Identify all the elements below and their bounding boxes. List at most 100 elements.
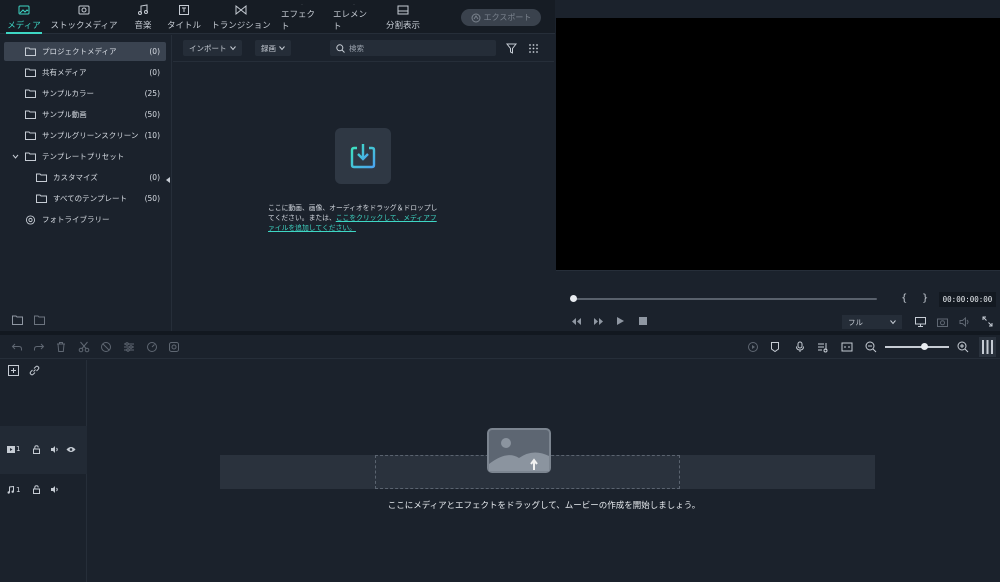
tab-effect[interactable]: エフェクト xyxy=(281,2,323,32)
zoom-out-icon[interactable] xyxy=(865,341,877,353)
playhead-knob[interactable] xyxy=(570,295,577,302)
crop-icon[interactable] xyxy=(100,341,112,353)
sidebar-item-all-templates[interactable]: すべてのテンプレート (50) xyxy=(4,189,166,208)
tab-element[interactable]: エレメント xyxy=(333,2,375,32)
lock-icon[interactable] xyxy=(33,485,40,494)
preview-quality-select[interactable]: フル xyxy=(842,315,902,329)
audio-mixer-icon[interactable] xyxy=(817,341,829,353)
adjust-icon[interactable] xyxy=(123,341,135,353)
media-library-sidebar: プロジェクトメディア (0) 共有メディア (0) サンプルカラー (25) サ… xyxy=(0,35,172,331)
collapse-sidebar-arrow[interactable] xyxy=(166,177,170,183)
speaker-icon[interactable] xyxy=(50,445,59,454)
mark-out-icon[interactable]: } xyxy=(922,293,928,304)
sidebar-item-photo-library[interactable]: フォトライブラリー xyxy=(4,210,166,229)
export-button[interactable]: エクスポート xyxy=(461,9,541,26)
eye-icon[interactable] xyxy=(66,446,76,453)
color-match-icon[interactable] xyxy=(168,341,180,353)
sidebar-item-customize[interactable]: カスタマイズ (0) xyxy=(4,168,166,187)
folder-icon xyxy=(36,194,47,203)
sidebar-item-sample-color[interactable]: サンプルカラー (25) xyxy=(4,84,166,103)
add-media-link-continued[interactable]: ァイルを追加してください。 xyxy=(268,224,356,232)
chevron-down-icon xyxy=(12,154,19,159)
redo-icon[interactable] xyxy=(33,341,45,353)
chevron-down-icon xyxy=(279,46,285,51)
search-input[interactable] xyxy=(349,43,489,53)
mark-in-icon[interactable]: { xyxy=(901,293,907,304)
tab-music[interactable]: 音楽 xyxy=(132,2,154,32)
chevron-down-icon xyxy=(229,46,236,51)
microphone-icon[interactable] xyxy=(794,341,806,353)
add-media-link[interactable]: ここをクリックして、メディアフ xyxy=(336,214,437,222)
sidebar-item-project-media[interactable]: プロジェクトメディア (0) xyxy=(4,42,166,61)
folder-outline-icon[interactable] xyxy=(34,315,45,325)
new-folder-icon[interactable] xyxy=(12,315,23,325)
sidebar-item-sample-video[interactable]: サンプル動画 (50) xyxy=(4,105,166,124)
aperture-icon xyxy=(25,214,36,225)
drag-media-illustration xyxy=(487,428,551,473)
fullscreen-icon[interactable] xyxy=(982,316,993,327)
play-icon[interactable] xyxy=(616,316,625,326)
link-icon[interactable] xyxy=(29,365,40,376)
tab-title[interactable]: タイトル xyxy=(166,2,202,32)
add-track-icon[interactable] xyxy=(8,365,19,376)
lock-icon[interactable] xyxy=(33,445,40,454)
zoom-slider-knob[interactable] xyxy=(921,343,928,350)
timeline-area[interactable]: ここにメディアとエフェクトをドラッグして、ムービーの作成を開始しましょう。 xyxy=(88,360,1000,582)
media-drop-instructions: ここに動画、画像、オーディオをドラッグ＆ドロップし てください。または、ここをク… xyxy=(268,204,438,232)
search-icon xyxy=(336,43,345,53)
timeline-toolbar xyxy=(0,335,1000,359)
tab-transition[interactable]: トランジション xyxy=(211,2,271,32)
media-toolbar: インポート 録画 xyxy=(173,35,554,62)
sidebar-item-template-presets[interactable]: テンプレートプリセット xyxy=(4,147,166,166)
display-icon[interactable] xyxy=(915,317,926,327)
media-panel: インポート 録画 ここに動画、画像、オーディオをドラッグ＆ドロップし てください… xyxy=(173,35,554,331)
snapshot-camera-icon[interactable] xyxy=(937,317,948,327)
element-icon xyxy=(353,4,355,5)
timeline-settings-icon[interactable] xyxy=(979,337,996,357)
next-frame-icon[interactable] xyxy=(593,317,604,326)
folder-icon xyxy=(25,89,36,98)
transition-icon xyxy=(235,4,247,16)
media-icon xyxy=(18,5,30,15)
delete-icon[interactable] xyxy=(55,341,67,353)
timeline-drop-message: ここにメディアとエフェクトをドラッグして、ムービーの作成を開始しましょう。 xyxy=(387,501,701,511)
stock-media-icon xyxy=(78,5,90,15)
speaker-icon[interactable] xyxy=(50,485,59,494)
preview-header xyxy=(556,0,1000,18)
folder-icon xyxy=(25,110,36,119)
tab-stock-media[interactable]: ストックメディア xyxy=(50,2,118,32)
previous-frame-icon[interactable] xyxy=(571,317,582,326)
scissors-icon[interactable] xyxy=(78,341,90,353)
video-track-header: 1 xyxy=(0,426,87,474)
sidebar-item-shared-media[interactable]: 共有メディア (0) xyxy=(4,63,166,82)
marker-icon[interactable] xyxy=(769,341,781,353)
music-icon xyxy=(138,4,148,15)
split-screen-icon xyxy=(397,5,409,15)
tab-split-screen[interactable]: 分割表示 xyxy=(385,2,421,32)
subtitle-icon[interactable] xyxy=(841,341,853,353)
record-dropdown[interactable]: 録画 xyxy=(255,40,291,56)
export-icon xyxy=(471,13,481,22)
preview-controls: { } 00:00:00:00 フル xyxy=(556,270,1000,331)
audio-track-number: 1 xyxy=(16,486,21,494)
undo-icon[interactable] xyxy=(11,341,23,353)
filter-icon[interactable] xyxy=(506,43,517,54)
playback-scrubber[interactable] xyxy=(574,298,877,300)
top-tab-bar: メディア ストックメディア 音楽 タイトル トランジション エフェクト エレメン… xyxy=(0,0,555,34)
zoom-slider-track[interactable] xyxy=(885,346,949,348)
speed-icon[interactable] xyxy=(146,341,158,353)
import-media-button[interactable] xyxy=(335,128,391,184)
folder-icon xyxy=(25,152,36,161)
search-box[interactable] xyxy=(330,40,496,56)
volume-icon[interactable] xyxy=(959,317,970,327)
folder-icon xyxy=(25,131,36,140)
effect-icon xyxy=(301,4,303,5)
tab-media[interactable]: メディア xyxy=(6,2,42,34)
chevron-down-icon xyxy=(890,320,896,325)
stop-icon[interactable] xyxy=(639,317,647,325)
import-dropdown[interactable]: インポート xyxy=(183,40,242,56)
render-preview-icon[interactable] xyxy=(747,341,759,353)
sidebar-item-sample-green-screen[interactable]: サンプルグリーンスクリーン (10) xyxy=(4,126,166,145)
grid-view-icon[interactable] xyxy=(528,43,539,54)
zoom-in-icon[interactable] xyxy=(957,341,969,353)
